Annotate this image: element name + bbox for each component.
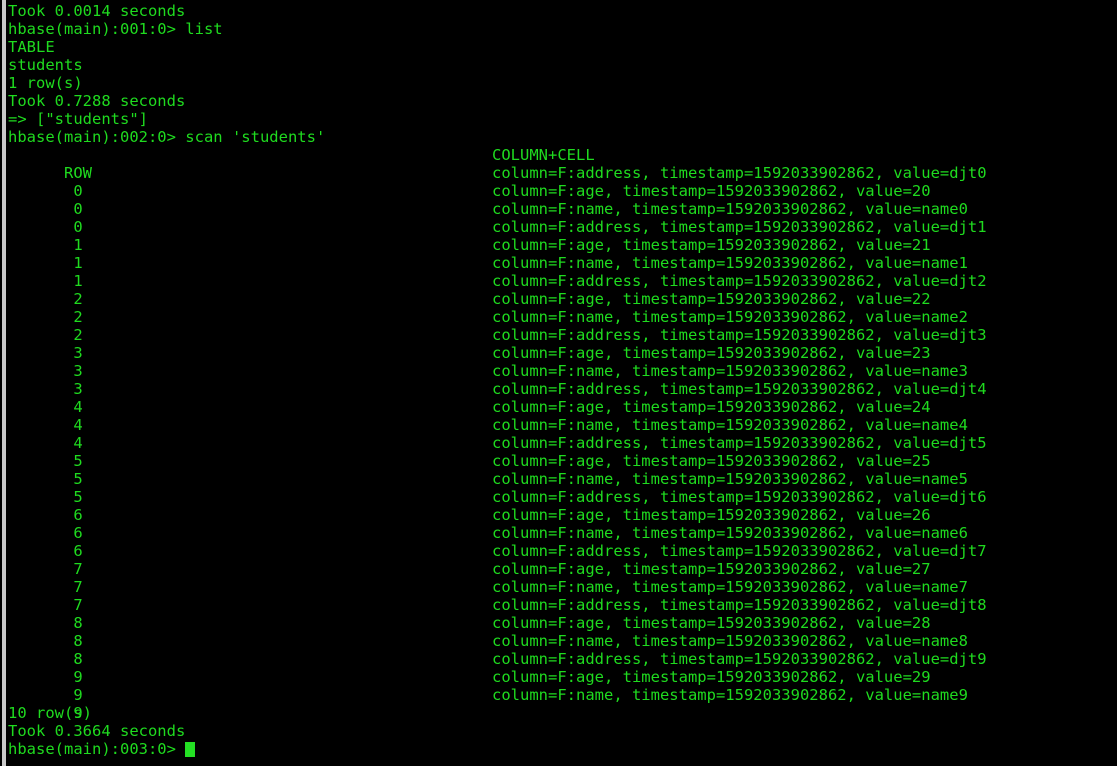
scan-result-row: 9 column=F:name, timestamp=1592033902862…: [0, 686, 1117, 722]
scan-result-row: 9 column=F:address, timestamp=1592033902…: [0, 650, 1117, 686]
scan-row-cell: column=F:age, timestamp=1592033902862, v…: [492, 182, 931, 200]
scan-table-header: ROW COLUMN+CELL: [0, 146, 1117, 182]
scan-row-cell: column=F:name, timestamp=1592033902862, …: [492, 416, 968, 434]
scan-result-row: 5 column=F:name, timestamp=1592033902862…: [0, 470, 1117, 506]
scan-row-cell: column=F:age, timestamp=1592033902862, v…: [492, 236, 931, 254]
scan-row-cell: column=F:name, timestamp=1592033902862, …: [492, 200, 968, 218]
scan-row-cell: column=F:age, timestamp=1592033902862, v…: [492, 506, 931, 524]
scan-result-row: 7 column=F:name, timestamp=1592033902862…: [0, 578, 1117, 614]
scan-row-key: 9: [64, 704, 83, 722]
scan-row-cell: column=F:name, timestamp=1592033902862, …: [492, 524, 968, 542]
scan-row-cell: column=F:address, timestamp=159203390286…: [492, 326, 987, 344]
scan-result-row: 5 column=F:address, timestamp=1592033902…: [0, 434, 1117, 470]
scan-row-cell: column=F:age, timestamp=1592033902862, v…: [492, 344, 931, 362]
scan-row-cell: column=F:address, timestamp=159203390286…: [492, 542, 987, 560]
scan-row-cell: column=F:address, timestamp=159203390286…: [492, 488, 987, 506]
scan-result-row: 0 column=F:address, timestamp=1592033902…: [0, 164, 1117, 200]
scan-result-row: 4 column=F:age, timestamp=1592033902862,…: [0, 398, 1117, 434]
scan-row-cell: column=F:name, timestamp=1592033902862, …: [492, 578, 968, 596]
scan-row-cell: column=F:age, timestamp=1592033902862, v…: [492, 560, 931, 578]
active-prompt-line[interactable]: hbase(main):003:0>: [0, 740, 1117, 758]
scan-result-row: 1 column=F:name, timestamp=1592033902862…: [0, 254, 1117, 290]
output-line: TABLE: [8, 38, 55, 56]
scan-result-row: 6 column=F:address, timestamp=1592033902…: [0, 488, 1117, 524]
scan-row-cell: column=F:age, timestamp=1592033902862, v…: [492, 614, 931, 632]
scan-row-cell: column=F:name, timestamp=1592033902862, …: [492, 686, 968, 704]
scan-result-row: 2 column=F:address, timestamp=1592033902…: [0, 272, 1117, 308]
scan-result-row: 3 column=F:name, timestamp=1592033902862…: [0, 362, 1117, 398]
scan-row-cell: column=F:name, timestamp=1592033902862, …: [492, 308, 968, 326]
scan-result-row: 1 column=F:age, timestamp=1592033902862,…: [0, 236, 1117, 272]
output-line: Took 0.0014 seconds: [8, 2, 186, 20]
scan-row-cell: column=F:address, timestamp=159203390286…: [492, 218, 987, 236]
output-line: 1 row(s): [8, 74, 83, 92]
scan-result-row: 6 column=F:name, timestamp=1592033902862…: [0, 524, 1117, 560]
scan-result-row: 4 column=F:address, timestamp=1592033902…: [0, 380, 1117, 416]
scan-result-row: 0 column=F:age, timestamp=1592033902862,…: [0, 182, 1117, 218]
scan-result-row: 8 column=F:age, timestamp=1592033902862,…: [0, 614, 1117, 650]
scan-result-row: 8 column=F:address, timestamp=1592033902…: [0, 596, 1117, 632]
scan-result-row: 6 column=F:age, timestamp=1592033902862,…: [0, 506, 1117, 542]
scan-result-row: 7 column=F:address, timestamp=1592033902…: [0, 542, 1117, 578]
scan-row-cell: column=F:name, timestamp=1592033902862, …: [492, 254, 968, 272]
scan-row-cell: column=F:name, timestamp=1592033902862, …: [492, 470, 968, 488]
scan-row-cell: column=F:address, timestamp=159203390286…: [492, 596, 987, 614]
scan-row-cell: column=F:name, timestamp=1592033902862, …: [492, 632, 968, 650]
output-line: => ["students"]: [8, 110, 148, 128]
elapsed-time-line: Took 0.3664 seconds: [8, 722, 186, 740]
scan-row-cell: column=F:address, timestamp=159203390286…: [492, 272, 987, 290]
scan-row-cell: column=F:address, timestamp=159203390286…: [492, 380, 987, 398]
output-line: Took 0.7288 seconds: [8, 92, 186, 110]
terminal-window[interactable]: Took 0.0014 seconds hbase(main):001:0> l…: [0, 0, 1117, 766]
terminal-screen[interactable]: Took 0.0014 seconds hbase(main):001:0> l…: [0, 0, 1117, 766]
scan-result-row: 1 column=F:address, timestamp=1592033902…: [0, 218, 1117, 254]
row-count-line: 10 row(s): [8, 704, 92, 722]
scan-result-row: 2 column=F:name, timestamp=1592033902862…: [0, 308, 1117, 344]
scan-result-row: 7 column=F:age, timestamp=1592033902862,…: [0, 560, 1117, 596]
scan-result-row: 2 column=F:age, timestamp=1592033902862,…: [0, 290, 1117, 326]
scan-result-row: 4 column=F:name, timestamp=1592033902862…: [0, 416, 1117, 452]
scan-result-row: 8 column=F:name, timestamp=1592033902862…: [0, 632, 1117, 668]
scan-row-cell: column=F:address, timestamp=159203390286…: [492, 434, 987, 452]
scan-row-cell: column=F:age, timestamp=1592033902862, v…: [492, 398, 931, 416]
scan-result-row: 3 column=F:address, timestamp=1592033902…: [0, 326, 1117, 362]
scan-row-cell: column=F:address, timestamp=159203390286…: [492, 650, 987, 668]
output-line: students: [8, 56, 83, 74]
window-left-border: [2, 0, 6, 766]
scan-row-cell: column=F:age, timestamp=1592033902862, v…: [492, 452, 931, 470]
scan-result-row: 9 column=F:age, timestamp=1592033902862,…: [0, 668, 1117, 704]
text-cursor: [185, 742, 196, 757]
command-line-list: hbase(main):001:0> list: [8, 20, 223, 38]
scan-row-cell: column=F:name, timestamp=1592033902862, …: [492, 362, 968, 380]
command-line-scan: hbase(main):002:0> scan 'students': [8, 128, 326, 146]
scan-row-cell: column=F:address, timestamp=159203390286…: [492, 164, 987, 182]
scan-result-row: 0 column=F:name, timestamp=1592033902862…: [0, 200, 1117, 236]
scan-result-row: 5 column=F:age, timestamp=1592033902862,…: [0, 452, 1117, 488]
scan-result-row: 3 column=F:age, timestamp=1592033902862,…: [0, 344, 1117, 380]
scan-row-cell: column=F:age, timestamp=1592033902862, v…: [492, 290, 931, 308]
scan-header-cell-label: COLUMN+CELL: [492, 146, 595, 164]
scan-row-cell: column=F:age, timestamp=1592033902862, v…: [492, 668, 931, 686]
